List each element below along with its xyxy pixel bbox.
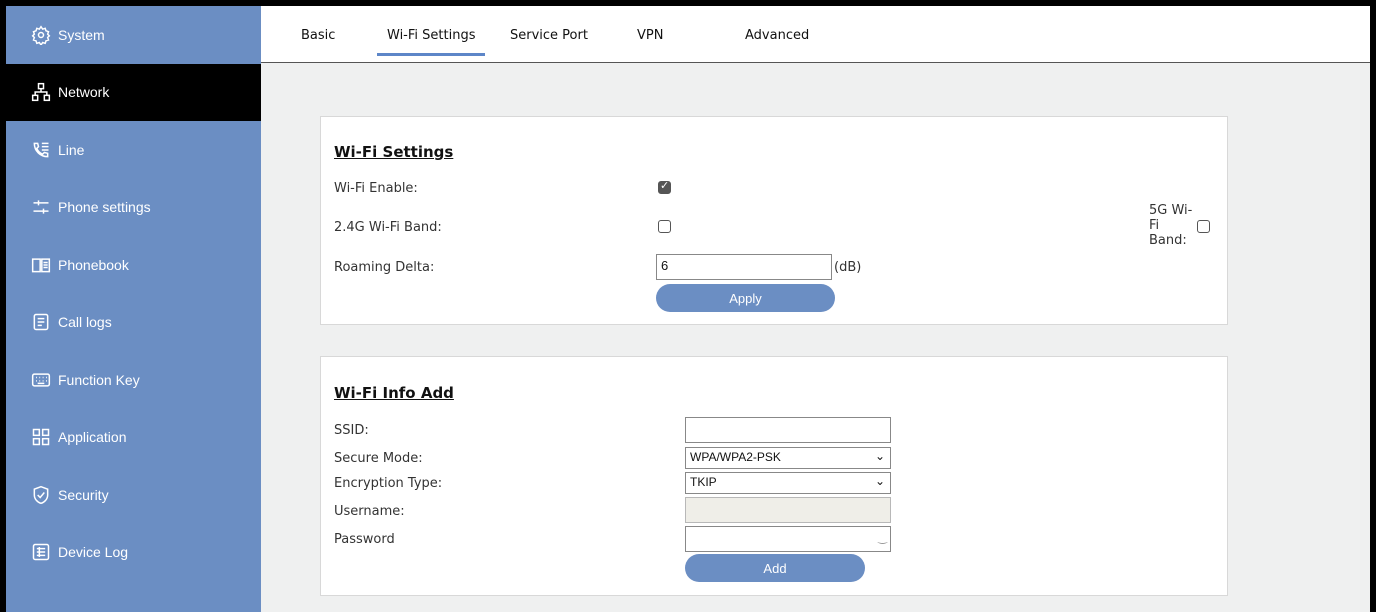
book-icon [30, 254, 52, 276]
sidebar-item-device-log[interactable]: Device Log [6, 524, 261, 582]
wifi-settings-title: Wi-Fi Settings [334, 143, 454, 161]
chevron-down-icon: ⌄ [874, 449, 885, 463]
tab-advanced[interactable]: Advanced [745, 28, 809, 43]
password-label: Password [334, 532, 395, 547]
document-icon [30, 311, 52, 333]
sidebar-item-system[interactable]: System [6, 6, 261, 64]
roaming-delta-label: Roaming Delta: [334, 260, 435, 275]
wifi-info-add-title: Wi-Fi Info Add [334, 384, 454, 402]
encryption-type-value: TKIP [690, 475, 717, 489]
wifi-info-add-panel: Wi-Fi Info Add SSID: Secure Mode: WPA/WP… [320, 356, 1228, 596]
sidebar-item-label: Application [58, 429, 127, 446]
add-button[interactable]: Add [685, 554, 865, 582]
wifi-enable-label: Wi-Fi Enable: [334, 181, 418, 196]
network-icon [30, 81, 52, 103]
band-24g-label: 2.4G Wi-Fi Band: [334, 220, 442, 235]
sidebar-item-phone-settings[interactable]: Phone settings [6, 179, 261, 237]
phone-list-icon [30, 139, 52, 161]
sidebar-item-label: Network [58, 84, 110, 101]
tab-basic[interactable]: Basic [301, 28, 335, 43]
encryption-type-select[interactable]: TKIP ⌄ [685, 472, 891, 494]
band-24g-checkbox[interactable] [658, 220, 671, 233]
sidebar-item-label: Security [58, 486, 109, 503]
password-input[interactable]: ‿ [685, 526, 891, 552]
sidebar-item-label: Line [58, 141, 85, 158]
sidebar-item-function-key[interactable]: Function Key [6, 351, 261, 409]
wifi-enable-checkbox[interactable] [658, 179, 671, 194]
sidebar-item-label: Device Log [58, 544, 129, 561]
sidebar-item-label: Phone settings [58, 199, 151, 216]
sidebar-item-application[interactable]: Application [6, 409, 261, 467]
ssid-label: SSID: [334, 423, 369, 438]
sidebar-item-phonebook[interactable]: Phonebook [6, 236, 261, 294]
sidebar-item-network[interactable]: Network [6, 63, 261, 121]
chevron-down-icon: ⌄ [874, 474, 885, 488]
secure-mode-label: Secure Mode: [334, 451, 423, 466]
tab-vpn[interactable]: VPN [637, 28, 663, 43]
secure-mode-value: WPA/WPA2-PSK [690, 450, 781, 464]
ssid-input[interactable] [685, 417, 891, 443]
keyboard-icon [30, 369, 52, 391]
tab-bar: Basic Wi-Fi Settings Service Port VPN Ad… [261, 6, 1370, 63]
sliders-icon [30, 196, 52, 218]
apply-button[interactable]: Apply [656, 284, 835, 312]
tab-wifi-settings[interactable]: Wi-Fi Settings [376, 28, 486, 56]
sidebar-item-call-logs[interactable]: Call logs [6, 294, 261, 352]
gear-icon [30, 24, 52, 46]
grid-icon [30, 426, 52, 448]
tab-service-port[interactable]: Service Port [510, 28, 588, 43]
sidebar-item-label: System [58, 26, 105, 43]
wifi-settings-panel: Wi-Fi Settings Wi-Fi Enable: 2.4G Wi-Fi … [320, 116, 1228, 325]
secure-mode-select[interactable]: WPA/WPA2-PSK ⌄ [685, 447, 891, 469]
username-input [685, 497, 891, 523]
band-5g-label: 5G Wi-Fi Band: [1149, 203, 1193, 248]
roaming-delta-input[interactable]: 6 [656, 254, 832, 280]
band-5g-checkbox[interactable] [1197, 220, 1210, 233]
shield-icon [30, 484, 52, 506]
sidebar-item-label: Call logs [58, 314, 112, 331]
eye-closed-icon[interactable]: ‿ [878, 531, 887, 544]
sidebar-item-label: Function Key [58, 371, 140, 388]
sidebar: System Network Line Phone settings Phone… [6, 6, 261, 612]
app-frame: System Network Line Phone settings Phone… [6, 6, 1370, 612]
sidebar-item-security[interactable]: Security [6, 466, 261, 524]
sidebar-item-line[interactable]: Line [6, 121, 261, 179]
roaming-unit-label: (dB) [834, 260, 862, 275]
sidebar-item-label: Phonebook [58, 256, 129, 273]
username-label: Username: [334, 504, 405, 519]
log-icon [30, 541, 52, 563]
encryption-type-label: Encryption Type: [334, 476, 443, 491]
